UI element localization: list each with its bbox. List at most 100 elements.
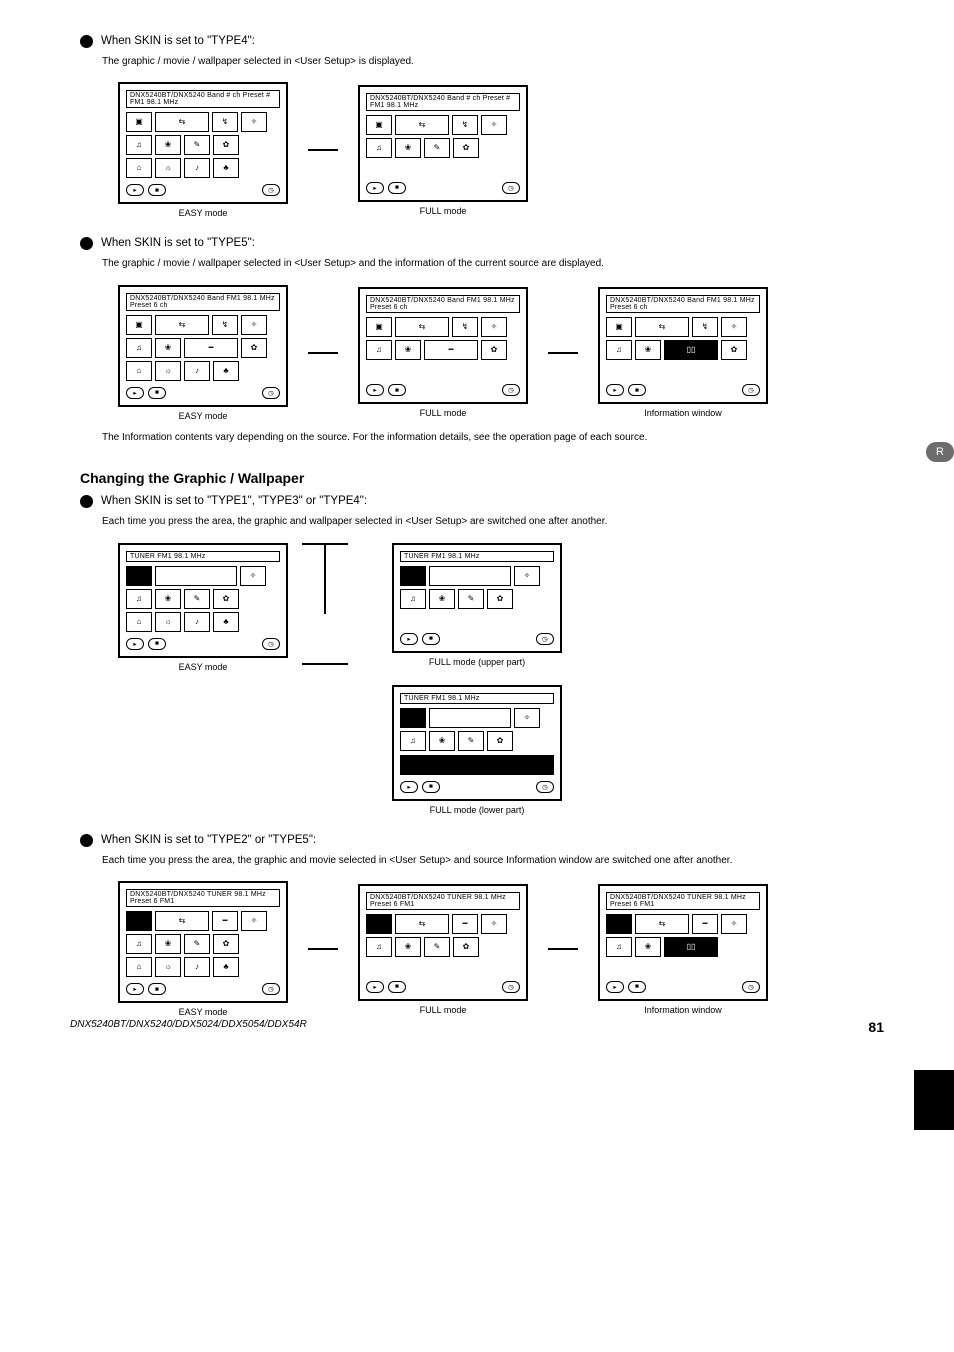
i4-icon: ♣ [213,957,239,977]
clock-icon: ◷ [536,633,554,645]
graphic-area [606,914,632,934]
people-icon: ♫ [126,589,152,609]
play-icon: ▸ [400,633,418,645]
tools-icon: ✧ [514,708,540,728]
doc-icon: ✎ [424,937,450,957]
caption-info: Information window [644,1005,722,1015]
i2-icon: ☼ [155,612,181,632]
section4-flow: DNX5240BT/DNX5240 TUNER 98.1 MHz Preset … [118,881,894,1017]
section3-title: When SKIN is set to "TYPE1", "TYPE3" or … [80,494,894,509]
bullet-icon [80,495,93,508]
play-icon: ▸ [400,781,418,793]
screen-title: TUNER FM1 98.1 MHz [126,551,280,562]
seek-icon: ↯ [452,115,478,135]
bullet-icon [80,35,93,48]
clock-icon: ◷ [262,184,280,196]
caption-easy: EASY mode [179,208,228,218]
side-tab: R [926,442,954,462]
screen-full: DNX5240BT/DNX5240 Band FM1 98.1 MHz Pres… [358,287,528,404]
clock-icon: ◷ [742,981,760,993]
clock-icon: ◷ [262,638,280,650]
settings-icon: ✿ [453,937,479,957]
screen-title: DNX5240BT/DNX5240 TUNER 98.1 MHz Preset … [606,892,760,910]
src-icon: ▣ [126,112,152,132]
section2-title: When SKIN is set to "TYPE5": [80,236,894,251]
i3-icon: ♪ [184,361,210,381]
people-icon: ♫ [606,937,632,957]
connector [308,352,338,354]
clock-icon: ◷ [262,387,280,399]
doc-icon: ✎ [424,138,450,158]
play-icon: ▸ [606,384,624,396]
section1-flow: DNX5240BT/DNX5240 Band # ch Preset # FM1… [118,82,894,218]
screen-easy: DNX5240BT/DNX5240 Band # ch Preset # FM1… [118,82,288,204]
stop-icon: ■ [628,384,646,396]
doc-icon: ✎ [458,731,484,751]
seek-icon: ↯ [452,317,478,337]
stop-icon: ■ [388,981,406,993]
play-icon: ▸ [126,983,144,995]
settings-icon: ✿ [213,934,239,954]
stop-icon: ■ [628,981,646,993]
people-icon: ♫ [126,934,152,954]
src-icon: ▣ [606,317,632,337]
section1-body: The graphic / movie / wallpaper selected… [102,55,894,69]
clock-icon: ◷ [742,384,760,396]
tools-icon: ✧ [481,115,507,135]
spacer-box [429,708,511,728]
src-icon: ▣ [366,115,392,135]
section2-note: The Information contents vary depending … [102,431,894,445]
stop-icon: ■ [148,983,166,995]
b-icon: ❀ [395,340,421,360]
play-icon: ▸ [126,638,144,650]
globe-icon: ❀ [429,731,455,751]
tools-icon: ✧ [241,112,267,132]
screen-easy: DNX5240BT/DNX5240 TUNER 98.1 MHz Preset … [118,881,288,1003]
caption-easy: EASY mode [179,411,228,421]
globe-icon: ❀ [429,589,455,609]
page-footer: DNX5240BT/DNX5240/DDX5024/DDX5054/DDX54R… [70,1019,884,1035]
t-connector [302,543,348,614]
clock-icon: ◷ [536,781,554,793]
caption-full-upper: FULL mode (upper part) [429,657,525,667]
seek-icon: ↯ [212,112,238,132]
freq-icon: ⇆ [155,315,209,335]
tools-icon: ✧ [481,914,507,934]
clock-icon: ◷ [502,981,520,993]
seek-icon: ━ [692,914,718,934]
freq-icon: ⇆ [155,911,209,931]
c-icon: ━ [184,338,238,358]
screen-title: TUNER FM1 98.1 MHz [400,551,554,562]
play-icon: ▸ [366,182,384,194]
a-icon: ♫ [366,340,392,360]
stop-icon: ■ [148,638,166,650]
tools-icon: ✧ [241,315,267,335]
screen-full: DNX5240BT/DNX5240 Band # ch Preset # FM1… [358,85,528,202]
tools-icon: ✧ [481,317,507,337]
clock-icon: ◷ [262,983,280,995]
globe-icon: ❀ [395,138,421,158]
footer-page: 81 [868,1019,884,1035]
screen-info: DNX5240BT/DNX5240 Band FM1 98.1 MHz Pres… [598,287,768,404]
graphic-area [126,566,152,586]
bullet-icon [80,834,93,847]
caption-full: FULL mode [420,1005,467,1015]
doc-icon: ✎ [184,934,210,954]
settings-icon: ✿ [213,589,239,609]
caption-info: Information window [644,408,722,418]
a-icon: ♫ [606,340,632,360]
tools-icon: ✧ [241,911,267,931]
stop-icon: ■ [422,781,440,793]
bullet-icon [80,237,93,250]
section3-flow: TUNER FM1 98.1 MHz ✧ ♫ ❀ ✎ ✿ ⌂ [118,543,894,815]
globe-icon: ❀ [395,937,421,957]
info-window-box: ▯▯ [664,937,718,957]
stop-icon: ■ [388,384,406,396]
i1-icon: ⌂ [126,158,152,178]
connector [308,948,338,950]
caption-easy: EASY mode [179,1007,228,1017]
i3-icon: ♪ [184,158,210,178]
stop-icon: ■ [148,184,166,196]
screen-title: DNX5240BT/DNX5240 Band # ch Preset # FM1… [126,90,280,108]
section4-body: Each time you press the area, the graphi… [102,854,894,868]
